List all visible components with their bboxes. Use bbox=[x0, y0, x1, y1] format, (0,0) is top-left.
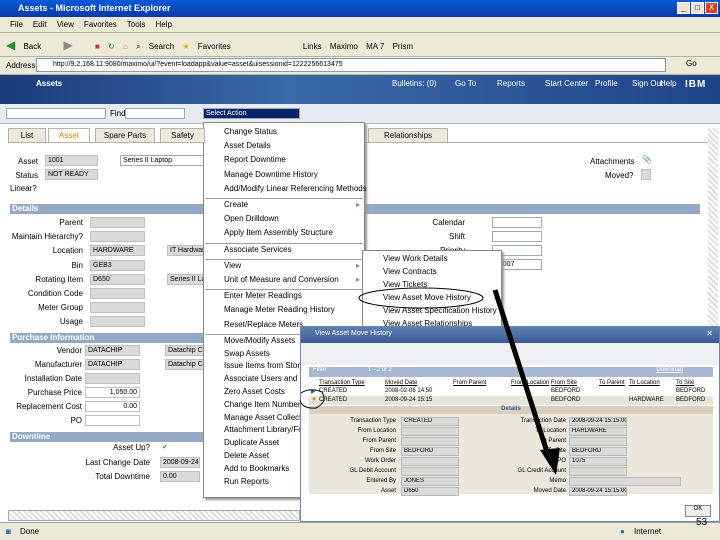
internet-zone-icon: ● bbox=[620, 527, 625, 536]
annotation-arrow bbox=[492, 289, 551, 456]
tab-list[interactable]: List bbox=[8, 128, 46, 142]
tab-spare-parts[interactable]: Spare Parts bbox=[95, 128, 155, 142]
zone-label: Internet bbox=[634, 527, 662, 536]
arrow-head-icon bbox=[540, 448, 560, 475]
highlight-ellipse-row bbox=[299, 389, 325, 409]
tab-asset[interactable]: Asset bbox=[48, 128, 90, 142]
highlight-ellipse bbox=[358, 287, 484, 309]
tab-relationships[interactable]: Relationships bbox=[368, 128, 448, 142]
ie-page-icon: ◙ bbox=[6, 527, 11, 536]
status-bar: ◙ Done ● Internet 53 bbox=[0, 517, 720, 540]
tab-safety[interactable]: Safety bbox=[160, 128, 205, 142]
status-text: Done bbox=[20, 527, 40, 536]
annotation-overlay bbox=[299, 287, 560, 475]
page-number: 53 bbox=[696, 517, 708, 528]
